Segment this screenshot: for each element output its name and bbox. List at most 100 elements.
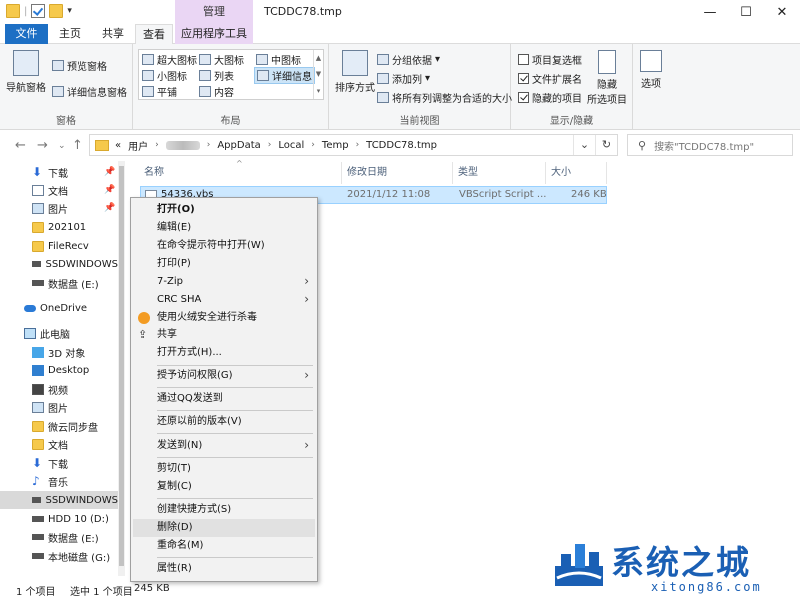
layout-list[interactable]: 列表 <box>199 68 234 83</box>
menu-item-create-shortcut[interactable]: 创建快捷方式(S) <box>157 501 231 519</box>
sidebar-item-this-pc[interactable]: 此电脑 <box>0 324 118 342</box>
sidebar-item-pictures[interactable]: 图片 📌 <box>0 199 118 217</box>
search-box[interactable]: ⚲ 搜索"TCDDC78.tmp" <box>627 134 793 156</box>
sidebar-scrollbar[interactable] <box>118 161 125 576</box>
pin-icon[interactable]: 📌 <box>104 203 115 213</box>
sidebar-item-onedrive[interactable]: OneDrive <box>0 299 118 317</box>
sidebar-item-hdd-d[interactable]: HDD 10 (D:) <box>0 510 118 528</box>
sidebar-item-weiyun[interactable]: 微云同步盘 <box>0 417 118 435</box>
breadcrumb-temp[interactable]: Temp <box>322 140 349 151</box>
column-header-date[interactable]: 修改日期 <box>342 162 453 184</box>
sidebar-item-videos[interactable]: 视频 <box>0 380 118 398</box>
breadcrumb-appdata[interactable]: AppData <box>217 140 260 151</box>
menu-item-restore[interactable]: 还原以前的版本(V) <box>157 413 242 431</box>
size-columns-button[interactable]: 将所有列调整为合适的大小 <box>377 90 512 105</box>
menu-item-cut[interactable]: 剪切(T) <box>157 460 191 478</box>
refresh-icon[interactable]: ↻ <box>595 135 617 155</box>
layout-gallery-scroll[interactable]: ▲ ▼ ▾ <box>313 50 323 99</box>
breadcrumb-separator-icon[interactable]: › <box>207 140 211 150</box>
group-by-button[interactable]: 分组依据 ▾ <box>377 52 440 67</box>
breadcrumb-separator-icon[interactable]: › <box>311 140 315 150</box>
pin-icon[interactable]: 📌 <box>104 167 115 177</box>
hidden-items-toggle[interactable]: 隐藏的项目 <box>518 90 582 105</box>
menu-item-delete[interactable]: 删除(D) <box>157 519 193 537</box>
options-button[interactable]: 选项 <box>640 50 662 90</box>
breadcrumb-separator-icon[interactable]: › <box>155 140 159 150</box>
menu-item-open-cmd[interactable]: 在命令提示符中打开(W) <box>157 237 265 255</box>
tab-file[interactable]: 文件 <box>5 24 48 44</box>
sidebar-item-3d-objects[interactable]: 3D 对象 <box>0 343 118 361</box>
file-extensions-toggle[interactable]: 文件扩展名 <box>518 71 582 86</box>
menu-item-print[interactable]: 打印(P) <box>157 255 191 273</box>
address-bar[interactable]: « 用户 › › AppData › Local › Temp › TCDDC7… <box>89 134 618 156</box>
address-dropdown-icon[interactable]: ⌄ <box>573 135 595 155</box>
customize-toolbar-icon[interactable]: ▾ <box>67 6 72 16</box>
sidebar-item-pictures-pc[interactable]: 图片 <box>0 398 118 416</box>
menu-item-rename[interactable]: 重命名(M) <box>157 537 203 555</box>
maximize-button[interactable]: ☐ <box>728 0 764 24</box>
file-extensions-checkbox[interactable] <box>518 73 529 84</box>
sidebar-item-downloads[interactable]: ⬇ 下载 📌 <box>0 163 118 181</box>
recent-locations-icon[interactable]: ⌄ <box>58 141 66 151</box>
menu-item-qq-send[interactable]: 通过QQ发送到 <box>157 390 223 408</box>
pin-icon[interactable]: 📌 <box>104 185 115 195</box>
item-checkboxes-toggle[interactable]: 项目复选框 <box>518 52 582 67</box>
new-folder-icon[interactable] <box>49 4 64 18</box>
add-columns-button[interactable]: 添加列 ▾ <box>377 71 430 86</box>
layout-small-icons[interactable]: 小图标 <box>142 68 187 83</box>
layout-details[interactable]: 详细信息 <box>254 67 315 84</box>
preview-pane-button[interactable]: 预览窗格 <box>52 58 107 73</box>
menu-item-edit[interactable]: 编辑(E) <box>157 219 191 237</box>
sidebar-item-202101[interactable]: 202101 <box>0 218 118 236</box>
sidebar-item-ssdwindows[interactable]: SSDWINDOWS <box>0 491 118 509</box>
nav-pane-button[interactable]: 导航窗格 <box>6 50 46 94</box>
layout-tiles[interactable]: 平铺 <box>142 84 177 99</box>
tab-share[interactable]: 共享 <box>95 24 131 44</box>
menu-item-antivirus[interactable]: 使用火绒安全进行杀毒 <box>157 309 257 327</box>
tab-view[interactable]: 查看 <box>135 24 173 45</box>
sort-by-button[interactable]: 排序方式 <box>335 50 375 94</box>
properties-icon[interactable] <box>31 4 46 18</box>
layout-content[interactable]: 内容 <box>199 84 234 99</box>
breadcrumb-users[interactable]: 用户 <box>128 138 148 153</box>
up-arrow-icon[interactable]: ↑ <box>72 138 83 153</box>
back-arrow-icon[interactable]: ← <box>15 138 26 153</box>
column-header-name[interactable]: 名称 <box>139 162 342 184</box>
details-pane-button[interactable]: 详细信息窗格 <box>52 84 127 99</box>
tab-app-tools[interactable]: 应用程序工具 <box>175 24 253 44</box>
sidebar-item-data-e[interactable]: 数据盘 (E:) <box>0 528 118 546</box>
hide-selected-button[interactable]: 隐藏 所选项目 <box>587 50 627 106</box>
menu-item-7zip[interactable]: 7-Zip <box>157 273 183 291</box>
sidebar-item-filerecv[interactable]: FileRecv <box>0 237 118 255</box>
layout-large-icons[interactable]: 大图标 <box>199 52 244 67</box>
sidebar-item-music[interactable]: ♪ 音乐 <box>0 472 118 490</box>
tab-home[interactable]: 主页 <box>52 24 88 44</box>
sidebar-item-local-g[interactable]: 本地磁盘 (G:) <box>0 547 118 565</box>
column-header-size[interactable]: 大小 <box>546 162 607 184</box>
breadcrumb-overflow[interactable]: « <box>115 140 121 151</box>
column-header-type[interactable]: 类型 <box>453 162 546 184</box>
sidebar-scrollbar-thumb[interactable] <box>119 166 124 566</box>
menu-item-share[interactable]: 共享 <box>157 326 177 344</box>
hidden-items-checkbox[interactable] <box>518 92 529 103</box>
sidebar-item-data-e-quick[interactable]: 数据盘 (E:) <box>0 274 118 292</box>
menu-item-copy[interactable]: 复制(C) <box>157 478 192 496</box>
menu-item-grant-access[interactable]: 授予访问权限(G) <box>157 367 233 385</box>
sidebar-item-documents[interactable]: 文档 📌 <box>0 181 118 199</box>
menu-item-open[interactable]: 打开(O) <box>157 201 195 219</box>
menu-item-crc-sha[interactable]: CRC SHA <box>157 291 201 309</box>
sidebar-item-documents-pc[interactable]: 文档 <box>0 435 118 453</box>
layout-medium-icons[interactable]: 中图标 <box>256 52 301 67</box>
minimize-button[interactable]: — <box>692 0 728 24</box>
sidebar-item-desktop[interactable]: Desktop <box>0 361 118 379</box>
layout-xl-icons[interactable]: 超大图标 <box>142 52 197 67</box>
close-button[interactable]: ✕ <box>764 0 800 24</box>
sidebar-item-downloads-pc[interactable]: ⬇ 下载 <box>0 454 118 472</box>
menu-item-open-with[interactable]: 打开方式(H)... <box>157 344 222 362</box>
breadcrumb-current[interactable]: TCDDC78.tmp <box>366 140 437 151</box>
sidebar-item-ssdwindows-quick[interactable]: SSDWINDOWS <box>0 255 118 273</box>
breadcrumb-separator-icon[interactable]: › <box>356 140 360 150</box>
breadcrumb-local[interactable]: Local <box>278 140 304 151</box>
menu-item-send-to[interactable]: 发送到(N) <box>157 437 202 455</box>
breadcrumb-separator-icon[interactable]: › <box>268 140 272 150</box>
